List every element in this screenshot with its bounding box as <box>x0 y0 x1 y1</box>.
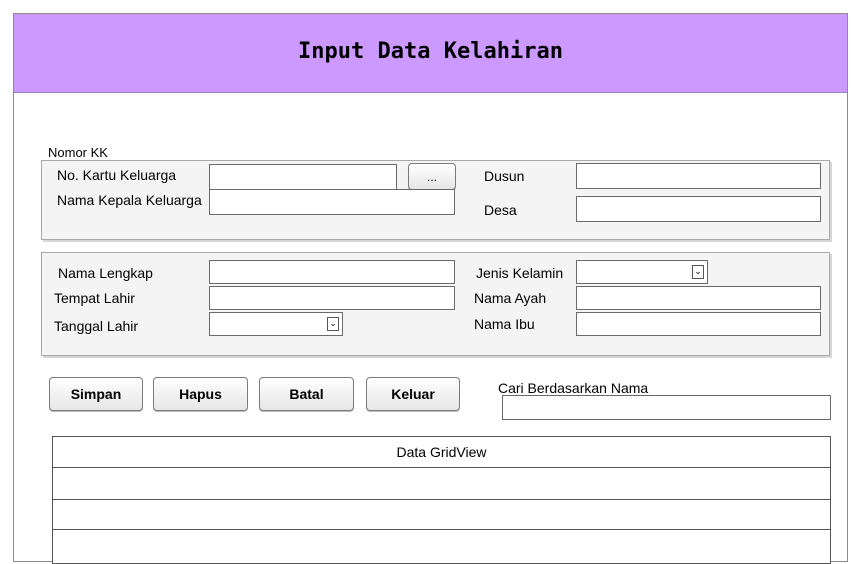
nama-kepala-input[interactable] <box>209 189 455 215</box>
form-content: Nomor KK No. Kartu Keluarga ... Nama Kep… <box>14 93 847 564</box>
dusun-input[interactable] <box>576 163 821 189</box>
table-row[interactable] <box>53 530 830 563</box>
search-input[interactable] <box>502 395 831 420</box>
tanggal-lahir-label: Tanggal Lahir <box>54 318 139 334</box>
batal-button[interactable]: Batal <box>259 377 354 411</box>
simpan-button[interactable]: Simpan <box>49 377 143 411</box>
nomor-kk-legend: Nomor KK <box>48 145 108 160</box>
nama-ayah-label: Nama Ayah <box>474 290 547 306</box>
keluar-button[interactable]: Keluar <box>366 377 460 411</box>
dusun-label: Dusun <box>484 168 525 184</box>
title-bar: Input Data Kelahiran <box>14 14 847 93</box>
nama-lengkap-label: Nama Lengkap <box>58 265 153 281</box>
data-gridview[interactable]: Data GridView <box>52 436 831 564</box>
nama-kepala-label: Nama Kepala Keluarga <box>57 192 202 208</box>
browse-kk-button[interactable]: ... <box>408 163 456 190</box>
nama-ibu-input[interactable] <box>576 312 821 336</box>
chevron-down-icon[interactable]: ⌄ <box>327 317 339 331</box>
chevron-down-icon[interactable]: ⌄ <box>692 265 704 279</box>
jenis-kelamin-select[interactable]: ⌄ <box>576 260 708 284</box>
desa-input[interactable] <box>576 196 821 222</box>
nama-ayah-input[interactable] <box>576 286 821 310</box>
grid-header-label: Data GridView <box>396 444 487 460</box>
tempat-lahir-label: Tempat Lahir <box>54 290 135 306</box>
window-title: Input Data Kelahiran <box>298 39 563 64</box>
hapus-button[interactable]: Hapus <box>153 377 248 411</box>
nama-lengkap-input[interactable] <box>209 260 455 284</box>
grid-header: Data GridView <box>53 437 830 468</box>
app-window: Input Data Kelahiran Nomor KK No. Kartu … <box>13 13 848 564</box>
tempat-lahir-input[interactable] <box>209 286 455 310</box>
tanggal-lahir-select[interactable]: ⌄ <box>209 312 343 336</box>
table-row[interactable] <box>53 468 830 500</box>
desa-label: Desa <box>484 202 517 218</box>
jenis-kelamin-label: Jenis Kelamin <box>476 265 564 281</box>
nama-ibu-label: Nama Ibu <box>474 316 535 332</box>
no-kartu-label: No. Kartu Keluarga <box>57 167 177 183</box>
no-kartu-input[interactable] <box>209 164 397 190</box>
table-row[interactable] <box>53 500 830 530</box>
search-label: Cari Berdasarkan Nama <box>498 380 649 396</box>
